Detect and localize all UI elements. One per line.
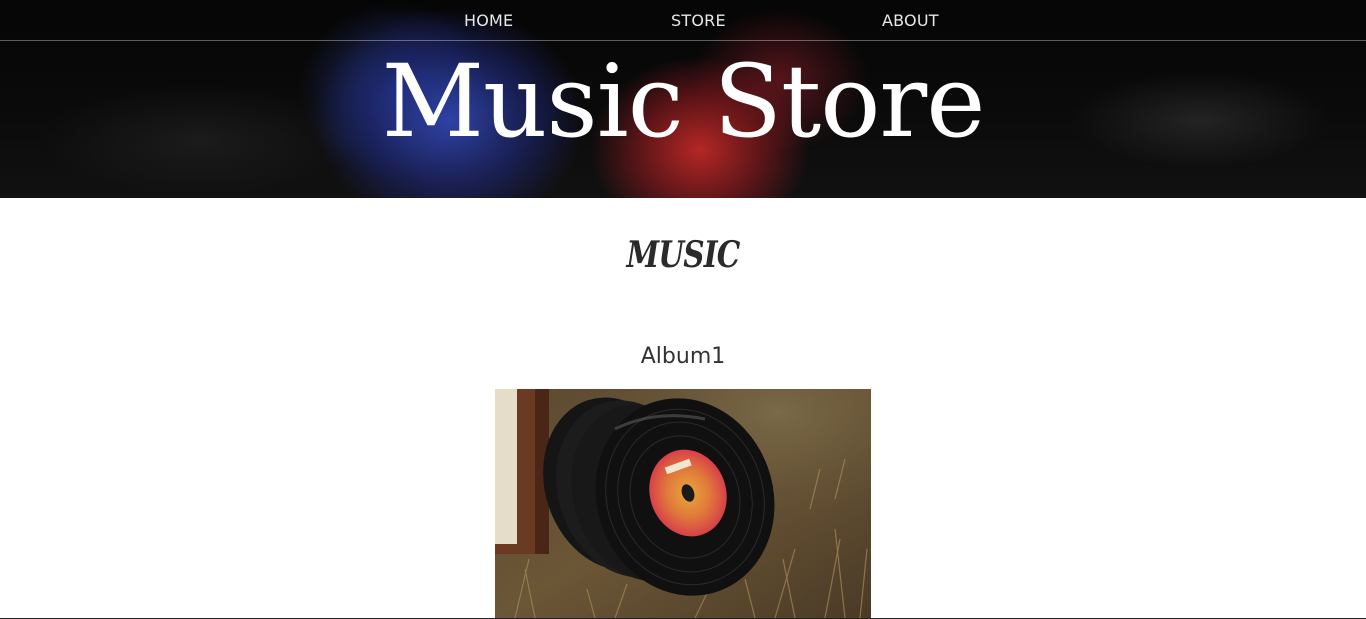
nav-link-store[interactable]: STORE xyxy=(671,11,726,30)
site-title: Music Store xyxy=(381,43,986,160)
section-heading: MUSIC xyxy=(626,234,741,276)
album-image[interactable] xyxy=(495,389,871,618)
nav-link-about[interactable]: ABOUT xyxy=(882,11,939,30)
site-header: HOME STORE ABOUT Music Store xyxy=(0,0,1366,198)
nav-link-home[interactable]: HOME xyxy=(464,11,513,30)
album-title: Album1 xyxy=(640,344,726,369)
main-nav: HOME STORE ABOUT xyxy=(0,0,1366,41)
